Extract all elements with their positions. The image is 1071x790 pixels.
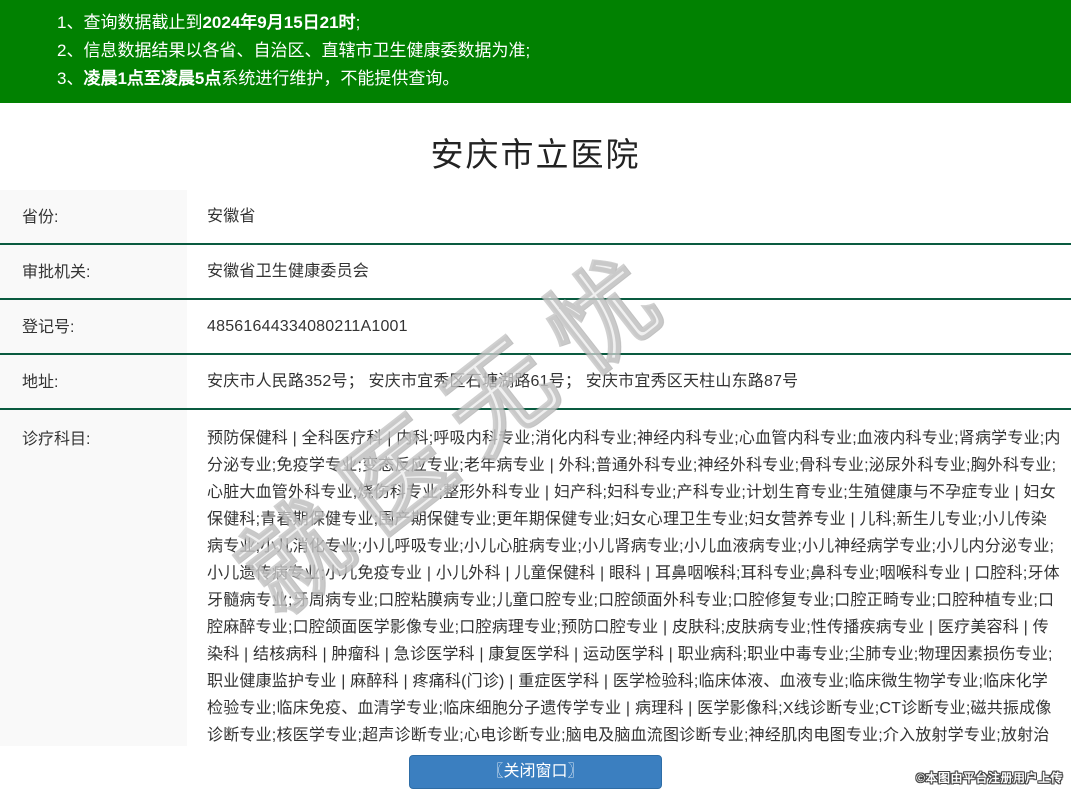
address-value: 安庆市人民路352号； 安庆市宜秀区石塘湖路61号； 安庆市宜秀区天柱山东路87… — [187, 355, 1071, 408]
notice-banner: 1、查询数据截止到2024年9月15日21时; 2、信息数据结果以各省、自治区、… — [0, 0, 1071, 103]
notice-1-text: 查询数据截止到 — [83, 13, 203, 32]
table-row-province: 省份: 安徽省 — [0, 190, 1071, 245]
registration-number-label: 登记号: — [0, 300, 187, 353]
approval-authority-value: 安徽省卫生健康委员会 — [187, 245, 1071, 298]
table-row-medical-departments: 诊疗科目: 预防保健科 | 全科医疗科 | 内科;呼吸内科专业;消化内科专业;神… — [0, 410, 1071, 789]
notice-1-num: 1、 — [57, 13, 84, 32]
table-row-registration-number: 登记号: 48561644334080211A1001 — [0, 300, 1071, 355]
approval-authority-label: 审批机关: — [0, 245, 187, 298]
province-label: 省份: — [0, 190, 187, 243]
hospital-info-table: 省份: 安徽省 审批机关: 安徽省卫生健康委员会 登记号: 4856164433… — [0, 190, 1071, 789]
medical-departments-label: 诊疗科目: — [0, 410, 187, 789]
registration-number-value: 48561644334080211A1001 — [187, 300, 1071, 353]
notice-line-2: 2、信息数据结果以各省、自治区、直辖市卫生健康委数据为准; — [57, 37, 1051, 65]
notice-3-num: 3、 — [57, 69, 84, 88]
notice-2-num: 2、 — [57, 41, 84, 60]
table-row-approval-authority: 审批机关: 安徽省卫生健康委员会 — [0, 245, 1071, 300]
notice-3-bold: 凌晨1点至凌晨5点 — [83, 69, 222, 88]
notice-1-bold: 2024年9月15日21时 — [202, 13, 356, 32]
close-window-button[interactable]: 〖关闭窗口〗 — [409, 755, 662, 789]
table-row-address: 地址: 安庆市人民路352号； 安庆市宜秀区石塘湖路61号； 安庆市宜秀区天柱山… — [0, 355, 1071, 410]
notice-line-3: 3、凌晨1点至凌晨5点系统进行维护，不能提供查询。 — [57, 65, 1051, 93]
hospital-name-title: 安庆市立医院 — [430, 136, 641, 173]
notice-2-text: 信息数据结果以各省、自治区、直辖市卫生健康委数据为准; — [83, 41, 531, 60]
upload-credit-text: ©本图由平台注册用户上传 — [916, 771, 1063, 785]
address-label: 地址: — [0, 355, 187, 408]
medical-departments-value: 预防保健科 | 全科医疗科 | 内科;呼吸内科专业;消化内科专业;神经内科专业;… — [187, 410, 1071, 789]
province-value: 安徽省 — [187, 190, 1071, 243]
query-result-page: 1、查询数据截止到2024年9月15日21时; 2、信息数据结果以各省、自治区、… — [0, 0, 1071, 790]
notice-1-post: ; — [355, 13, 361, 32]
bottom-bar: 〖关闭窗口〗 ©本图由平台注册用户上传 — [0, 746, 1071, 790]
notice-line-1: 1、查询数据截止到2024年9月15日21时; — [57, 9, 1051, 37]
notice-3-post: 系统进行维护，不能提供查询。 — [221, 69, 460, 88]
